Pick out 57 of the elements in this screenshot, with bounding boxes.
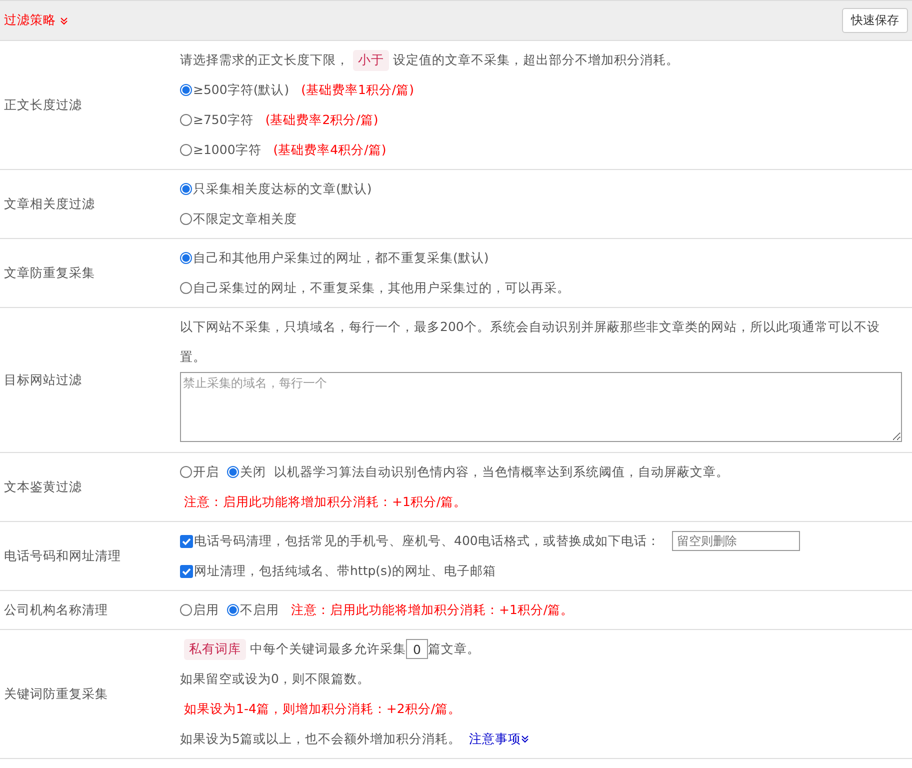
radio-icon[interactable] <box>180 604 192 616</box>
checkbox-icon[interactable] <box>180 564 193 578</box>
setting-label: 文本鉴黄过滤 <box>3 478 83 496</box>
description-text: 篇文章。 <box>428 640 480 658</box>
checkbox-icon[interactable] <box>180 534 193 548</box>
checkbox-option[interactable]: 网址清理，包括纯域名、带http(s)的网址、电子邮箱 <box>180 556 496 586</box>
radio-option[interactable]: 启用 <box>180 595 219 625</box>
cost-note: (基础费率2积分/篇) <box>265 111 378 129</box>
description-text: 如果设为5篇或以上，也不会额外增加积分消耗。 <box>180 730 461 748</box>
radio-icon[interactable] <box>180 144 192 156</box>
radio-option[interactable]: ≥500字符(默认) <box>180 75 290 105</box>
phone-input-field[interactable]: 留空则删除 <box>672 531 800 551</box>
description-text: 设定值的文章不采集，超出部分不增加积分消耗。 <box>393 51 679 69</box>
radio-option[interactable]: 不限定文章相关度 <box>180 204 297 234</box>
radio-icon[interactable] <box>180 114 192 126</box>
quick-save-button[interactable]: 快速保存 <box>842 8 908 33</box>
radio-icon[interactable] <box>180 213 192 225</box>
setting-label: 公司机构名称清理 <box>3 602 109 618</box>
radio-icon[interactable] <box>180 252 192 264</box>
setting-label: 文章相关度过滤 <box>3 196 96 212</box>
radio-icon[interactable] <box>180 183 192 195</box>
description-text: 以下网站不采集，只填域名，每行一个，最多200个。系统会自动识别并屏蔽那些非文章类的网站，所以此项通常可以不设置。 <box>180 318 881 366</box>
double-chevron-icon <box>60 16 68 24</box>
description-text: 如果留空或设为0，则不限篇数。 <box>180 670 370 688</box>
domain-textarea[interactable]: 禁止采集的域名，每行一个 <box>180 372 902 442</box>
radio-icon[interactable] <box>227 604 239 616</box>
description-text: 以机器学习算法自动识别色情内容，当色情概率达到系统阈值，自动屏蔽文章。 <box>274 463 729 481</box>
cost-note: (基础费率4积分/篇) <box>273 141 386 159</box>
radio-option[interactable]: ≥1000字符 <box>180 135 262 165</box>
radio-icon[interactable] <box>180 282 192 294</box>
radio-icon[interactable] <box>180 466 192 478</box>
radio-option[interactable]: 只采集相关度达标的文章(默认) <box>180 174 372 204</box>
radio-icon[interactable] <box>227 466 239 478</box>
checkbox-option[interactable]: 电话号码清理，包括常见的手机号、座机号、400电话格式，或替换成如下电话： <box>180 526 660 556</box>
radio-option[interactable]: 自己和其他用户采集过的网址，都不重复采集(默认) <box>180 243 489 273</box>
setting-label: 目标网站过滤 <box>3 372 83 388</box>
setting-label: 电话号码和网址清理 <box>3 548 122 564</box>
radio-option[interactable]: 开启 <box>180 457 219 487</box>
number-input-field[interactable]: 0 <box>406 639 428 659</box>
radio-option[interactable]: 自己采集过的网址，不重复采集，其他用户采集过的，可以再采。 <box>180 273 570 303</box>
description-text: 请选择需求的正文长度下限， <box>180 51 349 69</box>
highlight-tag: 私有词库 <box>184 638 246 660</box>
cost-note: 如果设为1-4篇，则增加积分消耗：+2积分/篇。 <box>184 700 462 718</box>
radio-option[interactable]: ≥750字符 <box>180 105 254 135</box>
radio-option[interactable]: 不启用 <box>227 595 279 625</box>
radio-option[interactable]: 关闭 <box>227 457 266 487</box>
highlight-tag: 小于 <box>353 50 389 70</box>
cost-note: (基础费率1积分/篇) <box>301 81 414 99</box>
double-chevron-icon <box>520 735 529 743</box>
cost-note: 注意：启用此功能将增加积分消耗：+1积分/篇。 <box>291 601 574 619</box>
setting-label: 正文长度过滤 <box>3 96 83 114</box>
description-text: 中每个关键词最多允许采集 <box>250 640 406 658</box>
setting-label: 文章防重复采集 <box>3 264 96 282</box>
setting-label: 关键词防重复采集 <box>3 686 109 702</box>
notice-link[interactable]: 注意事项 <box>468 724 529 754</box>
radio-icon[interactable] <box>180 84 192 96</box>
cost-note: 注意：启用此功能将增加积分消耗：+1积分/篇。 <box>184 493 467 511</box>
